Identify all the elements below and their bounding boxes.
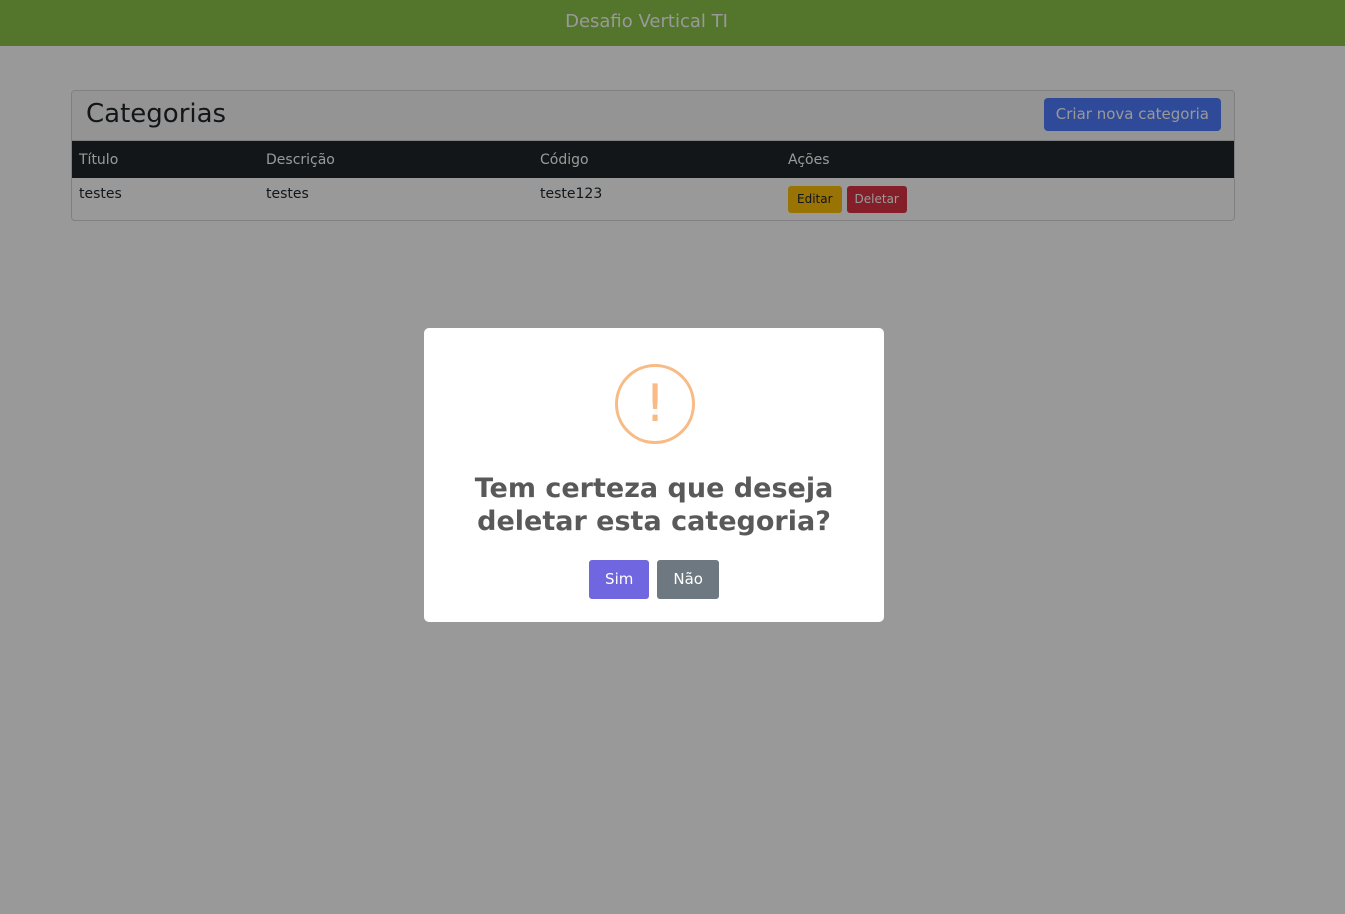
exclamation-glyph: !	[644, 374, 666, 434]
dialog-actions: Sim Não	[424, 560, 884, 599]
confirm-delete-dialog: ! Tem certeza que deseja deletar esta ca…	[424, 328, 884, 622]
warning-icon: !	[615, 364, 695, 444]
confirm-button[interactable]: Sim	[589, 560, 650, 599]
dialog-title: Tem certeza que deseja deletar esta cate…	[474, 473, 834, 537]
cancel-button[interactable]: Não	[657, 560, 719, 599]
